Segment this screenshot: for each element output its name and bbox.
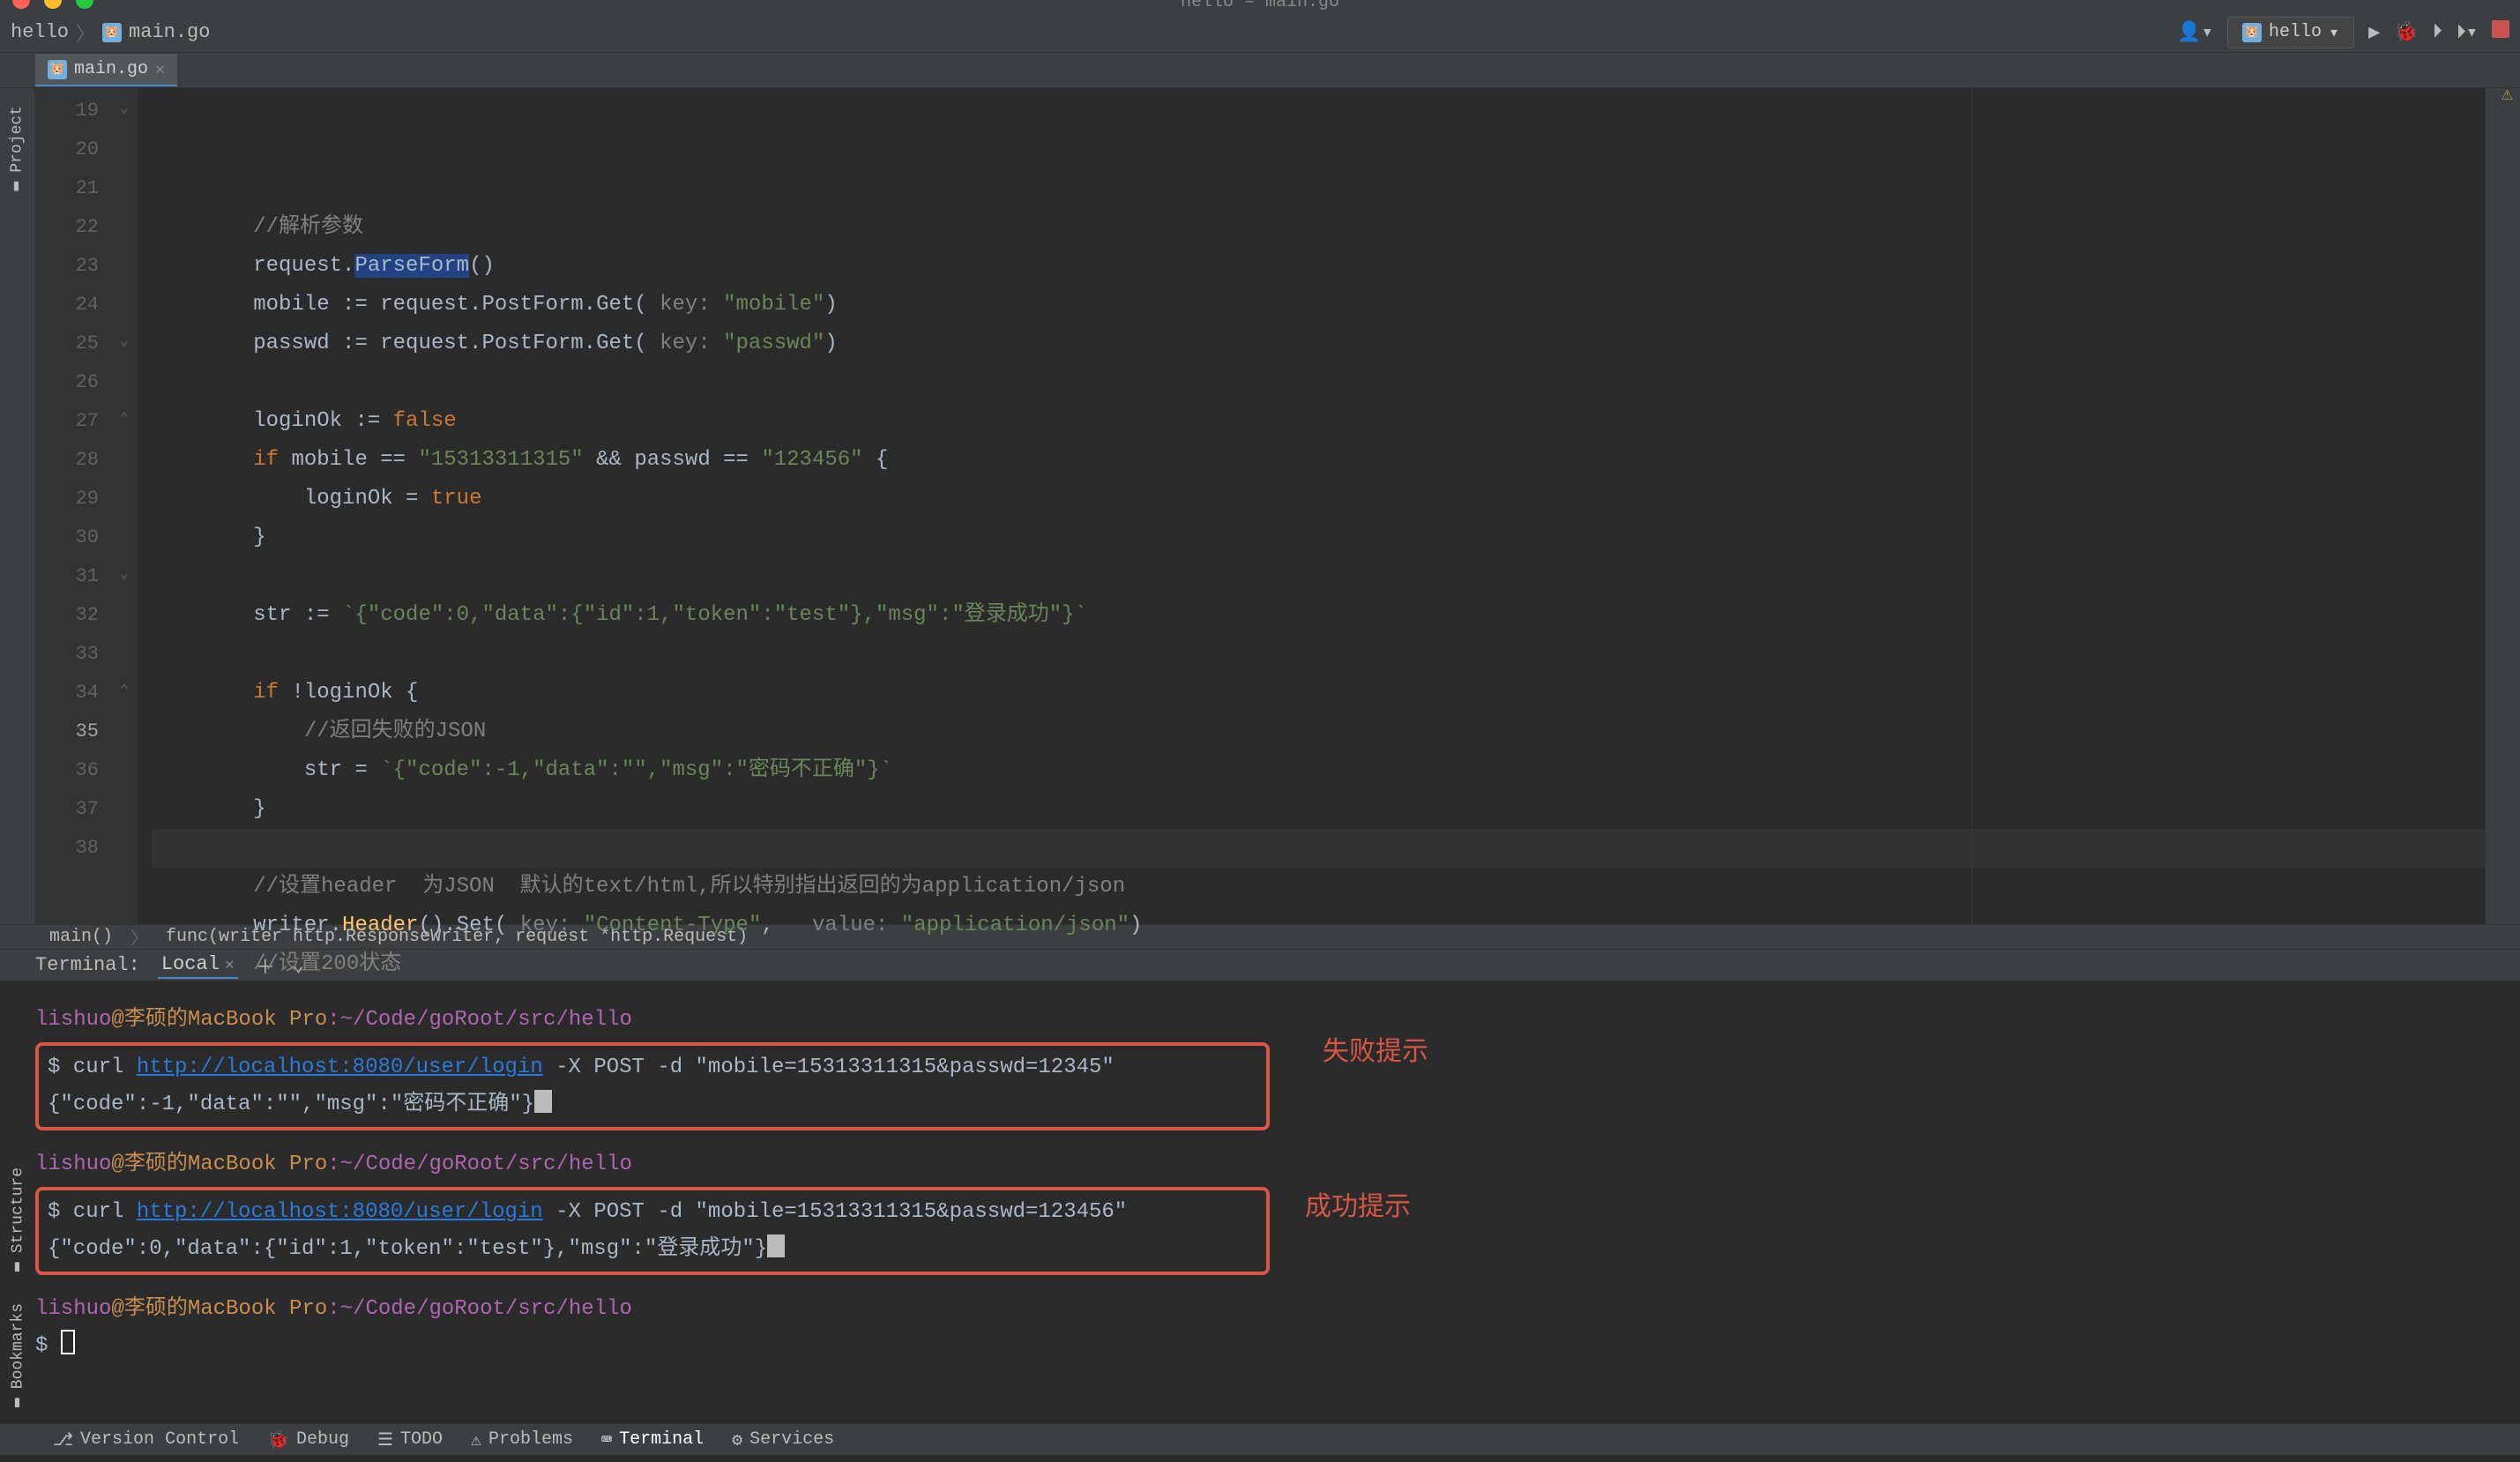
breadcrumb[interactable]: hello 〉 🐹 main.go	[11, 19, 210, 47]
git-icon: ⎇	[53, 1428, 73, 1451]
toolwindow-problems[interactable]: ⚠ Problems	[471, 1428, 573, 1451]
bookmark-icon: ▮	[9, 1394, 27, 1413]
run-config-label: hello	[2269, 22, 2322, 42]
terminal-cmd: $ curl http://localhost:8080/user/login …	[48, 1194, 1257, 1231]
terminal-line: lishuo@李硕的MacBook Pro:~/Code/goRoot/src/…	[35, 1146, 2485, 1183]
breadcrumb-project[interactable]: hello	[11, 21, 69, 43]
close-window-button[interactable]	[12, 0, 30, 9]
toolwindow-label: TODO	[400, 1429, 443, 1450]
breadcrumb-sep: 〉	[76, 19, 95, 47]
go-file-icon: 🐹	[102, 23, 122, 42]
left-sidebar: ▮ Project	[0, 88, 35, 924]
terminal-cmd: $ curl http://localhost:8080/user/login …	[48, 1049, 1257, 1086]
annotation-box-ok: $ curl http://localhost:8080/user/login …	[35, 1187, 1270, 1275]
close-tab-icon[interactable]: ✕	[155, 60, 165, 79]
breadcrumb-file[interactable]: main.go	[129, 21, 210, 43]
editor-tabs: 🐹 main.go ✕	[0, 53, 2520, 88]
terminal-url-link[interactable]: http://localhost:8080/user/login	[137, 1200, 543, 1224]
window-traffic-lights	[12, 0, 93, 9]
warn-icon: ⚠	[471, 1428, 481, 1451]
gutter[interactable]: 1920212223242526272829303132333435363738	[35, 88, 116, 924]
structure-icon: ▮	[9, 1258, 27, 1277]
toolwindow-todo[interactable]: ☰ TODO	[377, 1428, 443, 1451]
chevron-down-icon: ▾	[2329, 21, 2339, 44]
terminal-line: lishuo@李硕的MacBook Pro:~/Code/goRoot/src/…	[35, 1002, 2485, 1039]
run-button[interactable]: ▶	[2368, 21, 2380, 44]
toolwindow-debug[interactable]: 🐞 Debug	[267, 1428, 349, 1451]
window-title: hello – main.go	[1181, 0, 1339, 12]
folder-icon: ▮	[8, 178, 26, 197]
run-toolbar: 👤▾ 🐹 hello ▾ ▶ 🐞 ⏵ ⏵▾	[2177, 17, 2509, 48]
term-icon: ⌨	[601, 1428, 612, 1451]
run-with-coverage-button[interactable]: ⏵	[2433, 21, 2442, 43]
toolwindow-label: Terminal	[619, 1429, 704, 1450]
structure-toolwindow-tab[interactable]: ▮ Structure	[9, 1167, 27, 1277]
go-file-icon: 🐹	[48, 60, 67, 79]
toolwindow-label: Version Control	[80, 1429, 239, 1450]
terminal[interactable]: lishuo@李硕的MacBook Pro:~/Code/goRoot/src/…	[0, 981, 2520, 1423]
terminal-cursor	[61, 1330, 75, 1354]
toolwindow-label: Services	[749, 1429, 834, 1450]
svc-icon: ⚙	[732, 1428, 742, 1451]
toolwindow-terminal[interactable]: ⌨ Terminal	[601, 1428, 704, 1451]
toolwindow-label: Problems	[488, 1429, 573, 1450]
run-config-selector[interactable]: 🐹 hello ▾	[2227, 17, 2354, 48]
editor-tab-main-go[interactable]: 🐹 main.go ✕	[35, 54, 177, 86]
breadcrumb-sep: 〉	[130, 924, 148, 951]
terminal-response: {"code":0,"data":{"id":1,"token":"test"}…	[48, 1231, 1257, 1268]
stop-button[interactable]	[2492, 20, 2509, 44]
editor[interactable]: 1920212223242526272829303132333435363738…	[35, 88, 2485, 924]
annotation-ok: 成功提示	[1305, 1189, 1411, 1226]
project-toolwindow-tab[interactable]: ▮ Project	[8, 106, 26, 197]
toolwindow-label: Debug	[296, 1429, 349, 1450]
terminal-response: {"code":-1,"data":"","msg":"密码不正确"}	[48, 1086, 1257, 1123]
minimize-window-button[interactable]	[44, 0, 62, 9]
toolwindow-services[interactable]: ⚙ Services	[732, 1428, 834, 1451]
code-area[interactable]: //解析参数 request.ParseForm() mobile := req…	[138, 88, 2485, 924]
navigation-bar: hello 〉 🐹 main.go 👤▾ 🐹 hello ▾ ▶ 🐞 ⏵ ⏵▾	[0, 12, 2520, 53]
tab-label: main.go	[74, 59, 148, 79]
right-sidebar	[2485, 88, 2520, 924]
bookmarks-toolwindow-tab[interactable]: ▮ Bookmarks	[9, 1303, 27, 1413]
more-run-button[interactable]: ⏵▾	[2457, 21, 2478, 44]
terminal-title: Terminal:	[35, 954, 140, 976]
terminal-url-link[interactable]: http://localhost:8080/user/login	[137, 1055, 543, 1079]
fold-column[interactable]: ⌄⌄⌃⌄⌃	[116, 88, 138, 924]
terminal-line: lishuo@李硕的MacBook Pro:~/Code/goRoot/src/…	[35, 1291, 2485, 1328]
warning-indicator-icon[interactable]: ⚠	[2501, 83, 2513, 106]
go-run-icon: 🐹	[2242, 23, 2262, 42]
editor-area: ▮ Project 192021222324252627282930313233…	[0, 88, 2520, 924]
todo-icon: ☰	[377, 1428, 393, 1451]
annotation-box-fail: $ curl http://localhost:8080/user/login …	[35, 1042, 1270, 1130]
annotation-fail: 失败提示	[1323, 1033, 1428, 1070]
debug-icon: 🐞	[267, 1428, 289, 1451]
toolwindow-version-control[interactable]: ⎇ Version Control	[53, 1428, 239, 1451]
left-sidebar-bottom: ▮ Structure ▮ Bookmarks	[0, 1167, 35, 1430]
user-icon[interactable]: 👤▾	[2177, 21, 2213, 44]
maximize-window-button[interactable]	[76, 0, 93, 9]
titlebar: hello – main.go	[0, 0, 2520, 12]
debug-button[interactable]: 🐞	[2394, 21, 2418, 44]
scope-fn1[interactable]: main()	[49, 927, 113, 947]
bottom-toolwindow-bar: ⎇ Version Control 🐞 Debug ☰ TODO ⚠ Problems ⌨ Ter…	[0, 1423, 2520, 1455]
terminal-line: $	[35, 1328, 2485, 1365]
